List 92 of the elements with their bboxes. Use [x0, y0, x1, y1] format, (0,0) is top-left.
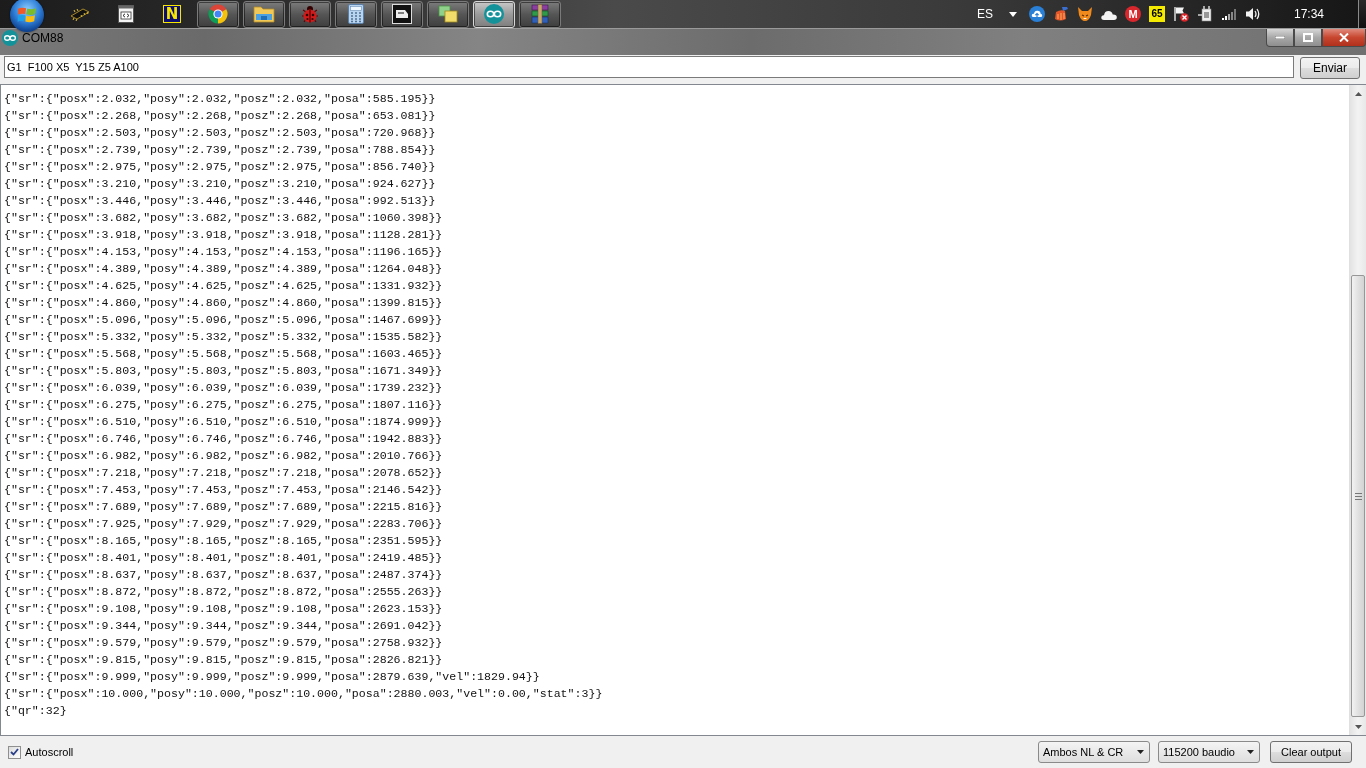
output-line: {"sr":{"posx":9.815,"posy":9.815,"posz":9.815,"posa":2826.821}} [4, 652, 443, 668]
baud-rate-dropdown[interactable]: 115200 baudio [1158, 741, 1260, 763]
infinity-icon [2, 30, 18, 46]
scroll-thumb[interactable] [1351, 275, 1365, 717]
autoscroll-checkbox[interactable] [8, 745, 21, 759]
windows-flag-icon [17, 6, 37, 24]
command-input[interactable]: G1 F100 X5 Y15 Z5 A100 [4, 56, 1294, 78]
scroll-down-icon[interactable] [1354, 724, 1362, 729]
output-line: {"sr":{"posx":7.925,"posy":7.929,"posz":7.929,"posa":2283.706}} [4, 516, 443, 532]
output-line: {"sr":{"posx":3.918,"posy":3.918,"posz":3.918,"posa":1128.281}} [4, 227, 443, 243]
code-window-icon [118, 5, 134, 23]
close-icon [1339, 33, 1349, 42]
caret-icon [1247, 750, 1254, 754]
output-line: {"sr":{"posx":3.446,"posy":3.446,"posz":3.446,"posa":992.513}} [4, 193, 436, 209]
output-line: {"sr":{"posx":9.344,"posy":9.344,"posz":9.344,"posa":2691.042}} [4, 618, 443, 634]
output-line: {"sr":{"posx":4.860,"posy":4.860,"posz":4.860,"posa":1399.815}} [4, 295, 443, 311]
language-indicator[interactable]: ES [977, 7, 993, 21]
squares-icon [438, 5, 458, 23]
broom-icon[interactable] [1053, 6, 1069, 22]
autoscroll-label: Autoscroll [25, 746, 74, 758]
tile-icon [392, 4, 412, 24]
output-line: {"sr":{"posx":9.579,"posy":9.579,"posz":9.579,"posa":2758.932}} [4, 635, 443, 651]
chip-icon [69, 7, 91, 21]
taskbar-app-button[interactable] [243, 0, 285, 28]
plug-icon[interactable] [1197, 6, 1213, 22]
signal-bars-icon[interactable] [1221, 6, 1237, 22]
taskbar-app-button[interactable] [381, 0, 423, 28]
output-line: {"sr":{"posx":2.975,"posy":2.975,"posz":2.975,"posa":856.740}} [4, 159, 436, 175]
output-line: {"sr":{"posx":2.739,"posy":2.739,"posz":2.739,"posa":788.854}} [4, 142, 436, 158]
cloud-upload-icon[interactable] [1029, 6, 1045, 22]
output-line: {"sr":{"posx":8.401,"posy":8.401,"posz":8.401,"posa":2419.485}} [4, 550, 443, 566]
output-line: {"sr":{"posx":5.332,"posy":5.332,"posz":5.332,"posa":1535.582}} [4, 329, 443, 345]
maximize-icon [1303, 33, 1313, 42]
start-button[interactable] [10, 0, 44, 32]
output-line: {"sr":{"posx":7.689,"posy":7.689,"posz":7.689,"posa":2215.816}} [4, 499, 443, 515]
output-line: {"sr":{"posx":9.108,"posy":9.108,"posz":9.108,"posa":2623.153}} [4, 601, 443, 617]
flag-icon[interactable] [1173, 6, 1189, 22]
taskbar-app-button[interactable]: N [151, 0, 193, 28]
output-line: {"qr":32} [4, 703, 67, 719]
output-line: {"sr":{"posx":2.503,"posy":2.503,"posz":2.503,"posa":720.968}} [4, 125, 436, 141]
output-line: {"sr":{"posx":6.510,"posy":6.510,"posz":6.510,"posa":1874.999}} [4, 414, 443, 430]
taskbar-app-button[interactable] [335, 0, 377, 28]
send-button[interactable]: Enviar [1300, 57, 1360, 79]
output-line: {"sr":{"posx":5.096,"posy":5.096,"posz":5.096,"posa":1467.699}} [4, 312, 443, 328]
fox-icon[interactable] [1077, 6, 1093, 22]
grip-icon [1354, 492, 1362, 500]
output-line: {"sr":{"posx":6.275,"posy":6.275,"posz":6.275,"posa":1807.116}} [4, 397, 443, 413]
taskbar-app-button[interactable] [197, 0, 239, 28]
line-ending-dropdown[interactable]: Ambos NL & CR [1038, 741, 1150, 763]
caret-icon[interactable] [1009, 11, 1017, 17]
output-line: {"sr":{"posx":6.982,"posy":6.982,"posz":6.982,"posa":2010.766}} [4, 448, 443, 464]
output-line: {"sr":{"posx":8.872,"posy":8.872,"posz":8.872,"posa":2555.263}} [4, 584, 443, 600]
show-desktop-button[interactable] [1358, 0, 1366, 28]
output-line: {"sr":{"posx":9.999,"posy":9.999,"posz":9.999,"posa":2879.639,"vel":1829.94}} [4, 669, 540, 685]
output-line: {"sr":{"posx":4.153,"posy":4.153,"posz":4.153,"posa":1196.165}} [4, 244, 443, 260]
output-line: {"sr":{"posx":7.218,"posy":7.218,"posz":7.218,"posa":2078.652}} [4, 465, 443, 481]
output-line: {"sr":{"posx":2.032,"posy":2.032,"posz":2.032,"posa":585.195}} [4, 91, 436, 107]
calculator-icon [348, 4, 364, 24]
tray-badge[interactable]: 65 [1149, 6, 1165, 22]
minimize-button[interactable] [1266, 29, 1294, 47]
segmented-circle-icon [208, 4, 228, 24]
output-line: {"sr":{"posx":4.625,"posy":4.625,"posz":4.625,"posa":1331.932}} [4, 278, 443, 294]
close-button[interactable] [1322, 29, 1366, 47]
output-line: {"sr":{"posx":4.389,"posy":4.389,"posz":4.389,"posa":1264.048}} [4, 261, 443, 277]
taskbar-app-button[interactable] [427, 0, 469, 28]
output-line: {"sr":{"posx":8.165,"posy":8.165,"posz":8.165,"posa":2351.595}} [4, 533, 443, 549]
output-line: {"sr":{"posx":10.000,"posy":10.000,"posz":10.000,"posa":2880.003,"vel":0.00,"stat":3}} [4, 686, 603, 702]
books-icon [530, 4, 550, 24]
scroll-up-icon[interactable] [1354, 91, 1362, 96]
clear-output-button[interactable]: Clear output [1270, 741, 1352, 763]
infinity-icon [484, 4, 504, 24]
folder-icon [253, 5, 275, 23]
ladybug-icon [300, 4, 320, 24]
output-line: {"sr":{"posx":6.039,"posy":6.039,"posz":6.039,"posa":1739.232}} [4, 380, 443, 396]
tray-badge[interactable]: M [1125, 6, 1141, 22]
output-line: {"sr":{"posx":3.682,"posy":3.682,"posz":3.682,"posa":1060.398}} [4, 210, 443, 226]
speaker-icon[interactable] [1245, 6, 1261, 22]
caret-icon [1137, 750, 1144, 754]
output-line: {"sr":{"posx":3.210,"posy":3.210,"posz":3.210,"posa":924.627}} [4, 176, 436, 192]
checkmark-icon [10, 748, 19, 756]
maximize-button[interactable] [1294, 29, 1322, 47]
output-line: {"sr":{"posx":8.637,"posy":8.637,"posz":8.637,"posa":2487.374}} [4, 567, 443, 583]
output-line: {"sr":{"posx":7.453,"posy":7.453,"posz":7.453,"posa":2146.542}} [4, 482, 443, 498]
output-line: {"sr":{"posx":6.746,"posy":6.746,"posz":6.746,"posa":1942.883}} [4, 431, 443, 447]
output-line: {"sr":{"posx":5.568,"posy":5.568,"posz":5.568,"posa":1603.465}} [4, 346, 443, 362]
minimize-icon [1275, 36, 1285, 39]
clock[interactable]: 17:34 [1278, 7, 1340, 21]
window-title: COM88 [22, 30, 64, 46]
scrollbar[interactable] [1349, 85, 1366, 735]
taskbar-app-button[interactable] [519, 0, 561, 28]
output-line: {"sr":{"posx":5.803,"posy":5.803,"posz":5.803,"posa":1671.349}} [4, 363, 443, 379]
output-line: {"sr":{"posx":2.268,"posy":2.268,"posz":2.268,"posa":653.081}} [4, 108, 436, 124]
